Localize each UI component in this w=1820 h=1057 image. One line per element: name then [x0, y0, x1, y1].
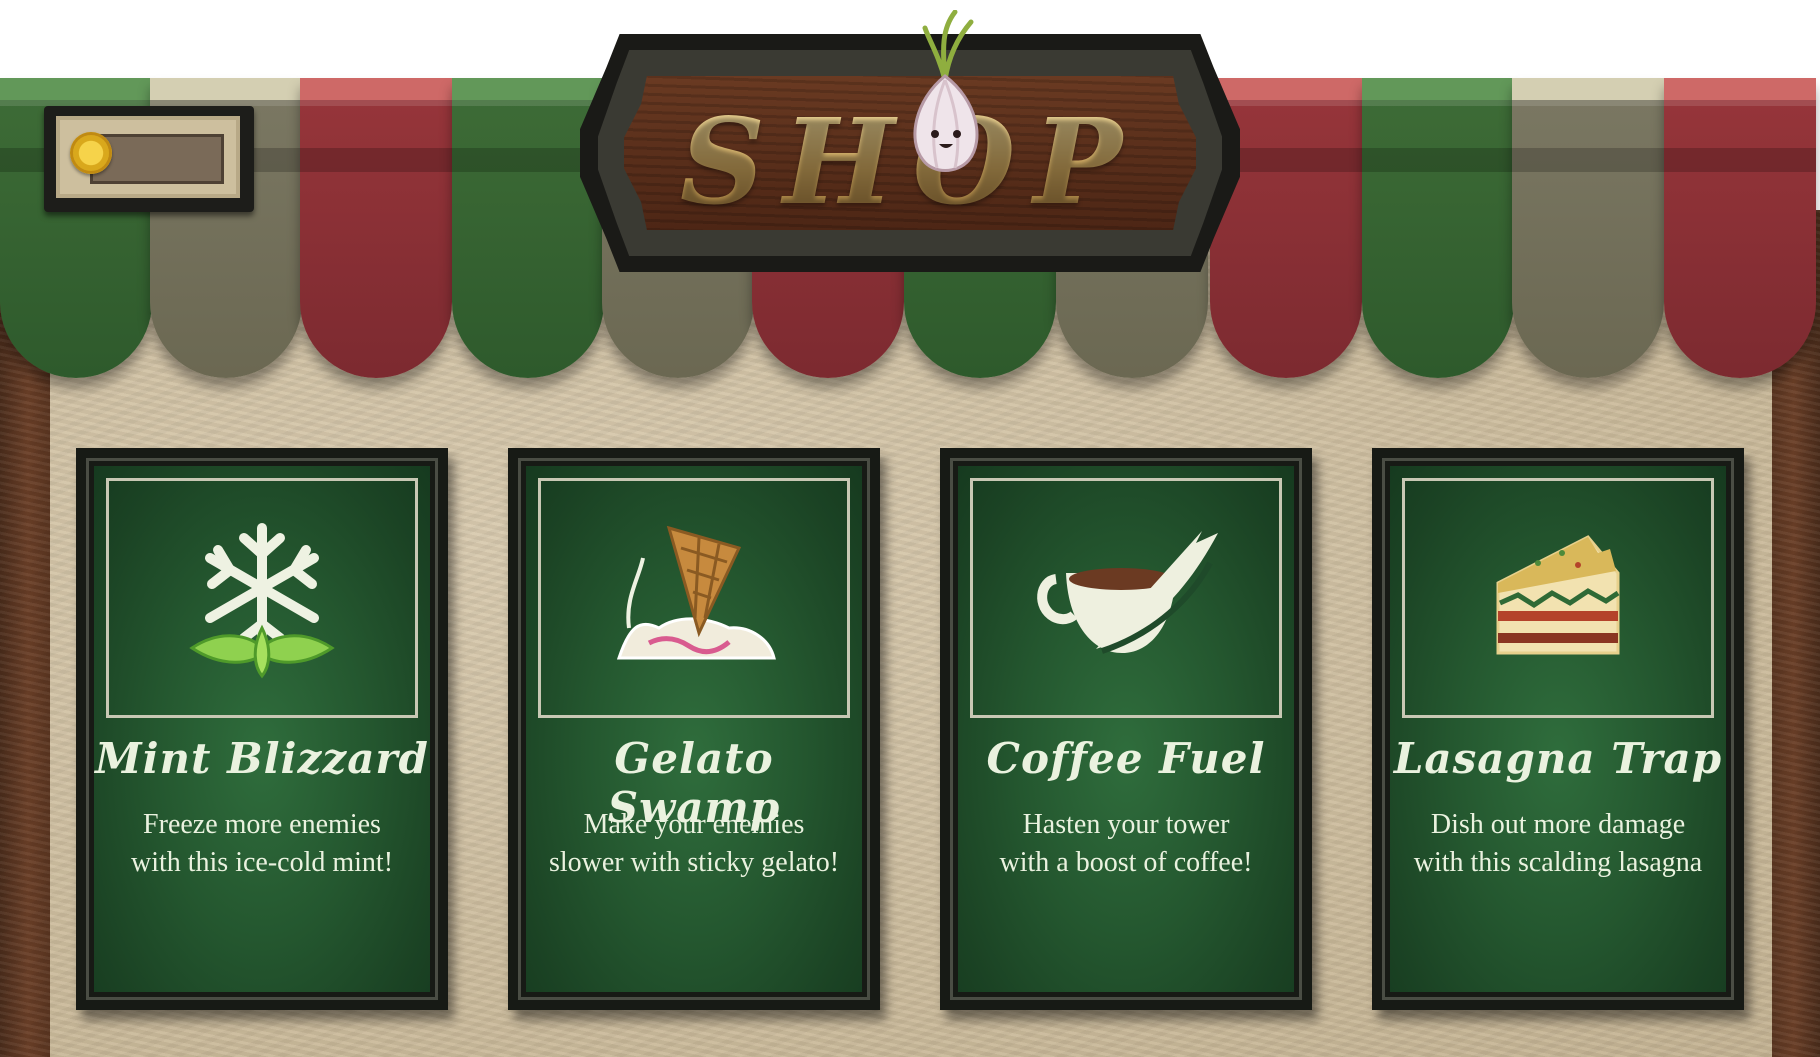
- card-title: Mint Blizzard: [95, 734, 429, 783]
- shop-item-gelato-swamp[interactable]: Gelato Swamp Make your enemies slower wi…: [508, 448, 880, 1010]
- gelato-cone-icon: [616, 525, 776, 660]
- awning-stripe: [1664, 78, 1816, 378]
- card-icon-panel: [538, 478, 850, 718]
- card-icon-panel: [1402, 478, 1714, 718]
- card-title: Coffee Fuel: [986, 734, 1266, 783]
- card-description: Make your enemies slower with sticky gel…: [548, 809, 840, 878]
- lasagna-slice-icon: [1496, 535, 1620, 655]
- coffee-cup-icon: [1037, 531, 1218, 654]
- shop-item-lasagna-trap[interactable]: Lasagna Trap Dish out more damage with t…: [1372, 448, 1744, 1010]
- card-icon-panel: [106, 478, 418, 718]
- card-description: Freeze more enemies with this ice-cold m…: [130, 809, 394, 878]
- card-description: Hasten your tower with a boost of coffee…: [999, 809, 1253, 878]
- card-face: Mint Blizzard Freeze more enemies with t…: [94, 466, 430, 992]
- awning-stripe: [1512, 78, 1664, 378]
- garlic-mascot-icon: [913, 10, 979, 172]
- card-face: Coffee Fuel Hasten your tower with a boo…: [958, 466, 1294, 992]
- card-description: Dish out more damage with this scalding …: [1413, 809, 1703, 878]
- shop-item-mint-blizzard[interactable]: Mint Blizzard Freeze more enemies with t…: [76, 448, 448, 1010]
- shop-sign: SHOP: [540, 10, 1280, 275]
- snowflake-mint-icon: [189, 523, 335, 679]
- card-face: Lasagna Trap Dish out more damage with t…: [1390, 466, 1726, 992]
- coin-icon: [70, 132, 112, 174]
- card-title: Lasagna Trap: [1393, 734, 1723, 783]
- awning-stripe: [1362, 78, 1514, 378]
- awning-stripe: [300, 78, 452, 378]
- card-icon-panel: [970, 478, 1282, 718]
- shop-item-coffee-fuel[interactable]: Coffee Fuel Hasten your tower with a boo…: [940, 448, 1312, 1010]
- card-face: Gelato Swamp Make your enemies slower wi…: [526, 466, 862, 992]
- coin-counter: [44, 106, 254, 212]
